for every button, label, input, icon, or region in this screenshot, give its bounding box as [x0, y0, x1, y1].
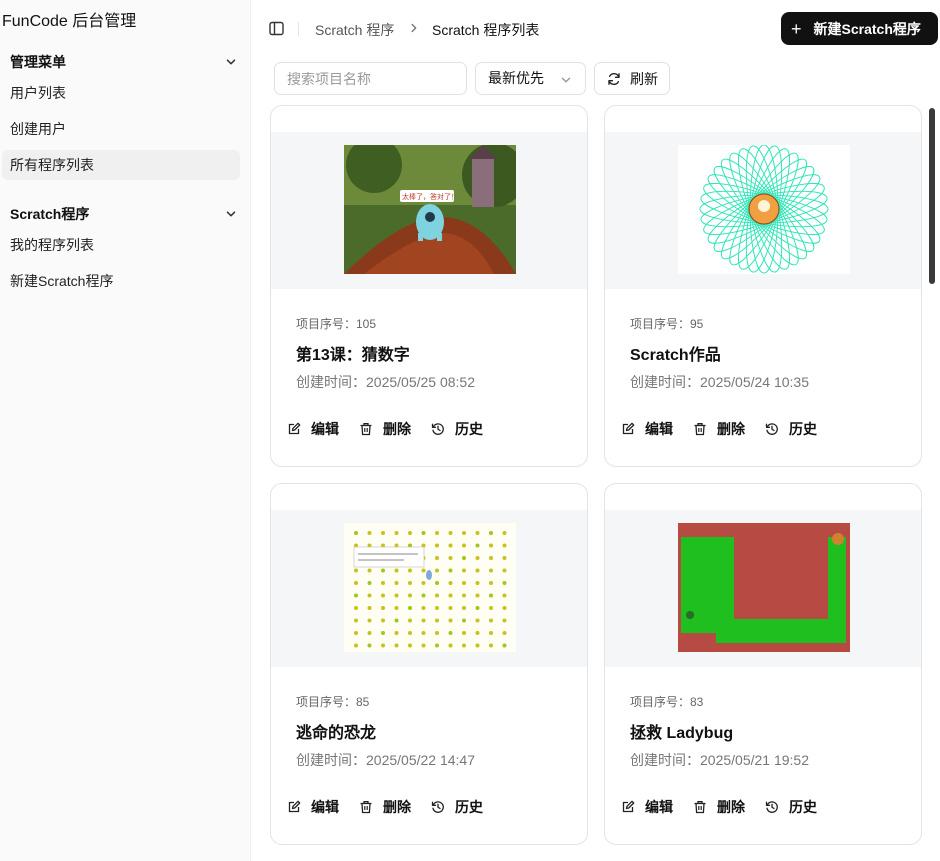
edit-button[interactable]: 编辑	[621, 419, 673, 439]
edit-icon	[288, 422, 301, 435]
new-scratch-label: 新建Scratch程序	[813, 20, 921, 37]
delete-label: 删除	[717, 799, 745, 815]
created-time: 创建时间：2025/05/22 14:47	[296, 752, 475, 768]
project-thumbnail	[344, 523, 516, 652]
edit-button[interactable]: 编辑	[287, 797, 339, 817]
header-divider	[298, 22, 299, 36]
project-card[interactable]: 项目序号：85 逃命的恐龙 创建时间：2025/05/22 14:47 编辑 删…	[270, 483, 588, 845]
history-button[interactable]: 历史	[431, 419, 483, 439]
edit-label: 编辑	[311, 799, 339, 815]
trash-icon	[360, 801, 372, 814]
project-thumbnail	[678, 145, 850, 274]
sort-select[interactable]: 最新优先	[475, 62, 586, 95]
thumbnail-caption: 太棒了，答对了！	[402, 192, 458, 201]
project-id: 项目序号：83	[630, 695, 704, 709]
card-actions: 编辑 删除 历史	[621, 797, 837, 817]
history-button[interactable]: 历史	[765, 419, 817, 439]
edit-label: 编辑	[311, 421, 339, 437]
history-label: 历史	[455, 799, 483, 815]
sidebar-item-new-scratch[interactable]: 新建Scratch程序	[2, 266, 240, 296]
delete-button[interactable]: 删除	[693, 419, 745, 439]
history-button[interactable]: 历史	[765, 797, 817, 817]
sidebar-group-label: 管理菜单	[10, 54, 66, 70]
search-input[interactable]	[274, 62, 467, 95]
card-actions: 编辑 删除 历史	[621, 419, 837, 439]
sidebar-item-my-programs[interactable]: 我的程序列表	[2, 230, 240, 260]
delete-label: 删除	[383, 799, 411, 815]
project-thumbnail	[678, 523, 850, 652]
project-card[interactable]: 项目序号：95 Scratch作品 创建时间：2025/05/24 10:35 …	[604, 105, 922, 467]
refresh-icon	[608, 72, 620, 85]
edit-label: 编辑	[645, 421, 673, 437]
edit-icon	[622, 800, 635, 813]
project-title: 第13课：猜数字	[296, 347, 410, 364]
edit-icon	[622, 422, 635, 435]
card-actions: 编辑 删除 历史	[287, 797, 503, 817]
edit-icon	[288, 800, 301, 813]
sort-selected: 最新优先	[488, 70, 544, 86]
chevron-down-icon	[561, 77, 571, 83]
history-label: 历史	[789, 421, 817, 437]
history-icon	[765, 423, 778, 435]
project-card[interactable]: 项目序号：83 拯救 Ladybug 创建时间：2025/05/21 19:52…	[604, 483, 922, 845]
card-actions: 编辑 删除 历史	[287, 419, 503, 439]
history-button[interactable]: 历史	[431, 797, 483, 817]
delete-label: 删除	[383, 421, 411, 437]
created-time: 创建时间：2025/05/25 08:52	[296, 374, 475, 390]
history-label: 历史	[455, 421, 483, 437]
sidebar-group-admin[interactable]: 管理菜单	[10, 52, 236, 72]
thumbnail-area: 太棒了，答对了！	[271, 132, 587, 289]
plus-icon: +	[791, 18, 802, 39]
trash-icon	[694, 423, 706, 436]
delete-button[interactable]: 删除	[693, 797, 745, 817]
created-time: 创建时间：2025/05/21 19:52	[630, 752, 809, 768]
project-thumbnail: 太棒了，答对了！	[344, 145, 516, 274]
trash-icon	[360, 423, 372, 436]
chevron-down-icon	[226, 211, 236, 217]
edit-button[interactable]: 编辑	[287, 419, 339, 439]
chevron-right-icon	[411, 23, 417, 33]
project-card[interactable]: 太棒了，答对了！ 项目序号：105 第13课：猜数字 创建时间：2025/05/…	[270, 105, 588, 467]
edit-button[interactable]: 编辑	[621, 797, 673, 817]
sidebar-item-all-programs[interactable]: 所有程序列表	[2, 150, 240, 180]
top-header: Scratch 程序 Scratch 程序列表 + 新建Scratch程序	[252, 0, 940, 58]
sidebar: FunCode 后台管理 管理菜单 用户列表 创建用户 所有程序列表 Scrat…	[0, 0, 251, 861]
project-id: 项目序号：85	[296, 695, 370, 709]
project-title: 拯救 Ladybug	[630, 725, 734, 742]
thumbnail-area	[605, 132, 921, 289]
project-id: 项目序号：95	[630, 317, 704, 331]
refresh-label: 刷新	[630, 70, 658, 87]
project-id: 项目序号：105	[296, 317, 377, 331]
new-scratch-button[interactable]: + 新建Scratch程序	[781, 12, 938, 45]
chevron-down-icon	[226, 59, 236, 65]
project-title: Scratch作品	[630, 347, 721, 364]
sidebar-group-label: Scratch程序	[10, 206, 90, 222]
sidebar-item-create-user[interactable]: 创建用户	[2, 114, 240, 144]
edit-label: 编辑	[645, 799, 673, 815]
scrollbar-thumb[interactable]	[929, 108, 935, 284]
thumbnail-area	[605, 510, 921, 667]
brand-title: FunCode 后台管理	[2, 13, 137, 30]
history-icon	[431, 801, 444, 813]
trash-icon	[694, 801, 706, 814]
delete-button[interactable]: 删除	[359, 797, 411, 817]
sidebar-item-user-list[interactable]: 用户列表	[2, 78, 240, 108]
history-label: 历史	[789, 799, 817, 815]
breadcrumb-scratch[interactable]: Scratch 程序	[315, 20, 394, 40]
refresh-button[interactable]: 刷新	[594, 62, 670, 95]
project-title: 逃命的恐龙	[296, 725, 377, 742]
sidebar-toggle-icon[interactable]	[269, 21, 284, 36]
sidebar-group-scratch[interactable]: Scratch程序	[10, 204, 236, 224]
delete-label: 删除	[717, 421, 745, 437]
created-time: 创建时间：2025/05/24 10:35	[630, 374, 809, 390]
history-icon	[431, 423, 444, 435]
breadcrumb-current: Scratch 程序列表	[432, 22, 540, 38]
thumbnail-area	[271, 510, 587, 667]
delete-button[interactable]: 删除	[359, 419, 411, 439]
history-icon	[765, 801, 778, 813]
